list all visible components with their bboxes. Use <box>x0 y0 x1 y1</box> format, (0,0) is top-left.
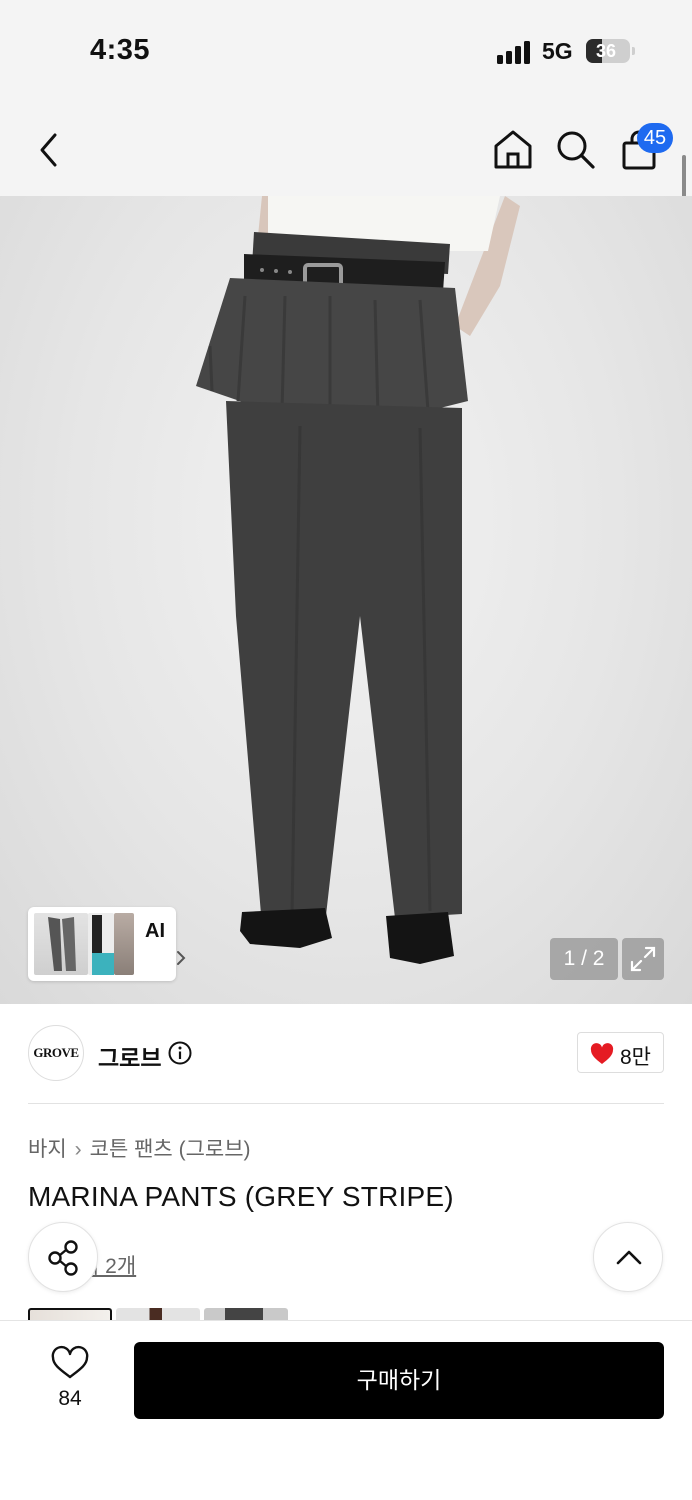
expand-image-button[interactable] <box>622 938 664 980</box>
brand-logo[interactable]: GROVE <box>28 1025 84 1081</box>
chevron-up-icon <box>616 1250 642 1265</box>
ai-thumb-2 <box>88 913 114 975</box>
scroll-top-button[interactable] <box>593 1222 663 1292</box>
cart-count-badge: 45 <box>637 123 673 153</box>
color-swatch-1[interactable] <box>28 1308 112 1320</box>
divider <box>28 1103 664 1104</box>
search-icon[interactable] <box>555 129 597 171</box>
breadcrumb-item-subcategory[interactable]: 코튼 팬츠 (그로브) <box>90 1138 251 1161</box>
ai-label: AI <box>145 920 165 942</box>
brand-like-button[interactable]: 8만 <box>577 1032 664 1073</box>
product-title: MARINA PANTS (GREY STRIPE) <box>28 1181 454 1212</box>
wishlist-count: 84 <box>58 1387 82 1410</box>
chevron-left-icon[interactable] <box>34 132 66 168</box>
brand-name[interactable]: 그로브 <box>98 1039 161 1073</box>
buy-button[interactable]: 구매하기 <box>134 1342 664 1419</box>
image-page-indicator: 1 / 2 <box>550 938 618 980</box>
ai-thumb-1 <box>34 913 88 975</box>
ai-thumb-3 <box>114 913 134 975</box>
status-time: 4:35 <box>90 34 151 66</box>
brand-logo-text: GROVE <box>33 1045 79 1060</box>
brand-like-count: 8만 <box>620 1046 651 1069</box>
chevron-right-icon <box>177 951 186 965</box>
network-type: 5G <box>542 38 573 64</box>
heart-filled-icon <box>590 1043 614 1064</box>
color-swatch-3[interactable] <box>204 1308 288 1320</box>
battery-percent: 36 <box>595 41 617 61</box>
home-icon[interactable] <box>492 128 534 170</box>
expand-icon <box>630 946 656 972</box>
color-swatch-2[interactable] <box>116 1308 200 1320</box>
product-photo-illustration <box>196 196 520 964</box>
breadcrumb-item-category[interactable]: 바지 <box>28 1138 67 1161</box>
share-button[interactable] <box>28 1222 98 1292</box>
breadcrumb: 바지 › 코튼 팬츠 (그로브) <box>28 1133 251 1163</box>
status-bar: 4:35 5G 36 <box>0 0 692 100</box>
breadcrumb-separator-icon: › <box>74 1138 82 1161</box>
signal-icon <box>497 40 533 64</box>
heart-outline-icon <box>51 1345 89 1379</box>
battery-icon: 36 <box>586 39 630 63</box>
share-icon <box>48 1240 78 1276</box>
info-icon[interactable] <box>168 1041 192 1065</box>
battery-tip <box>632 47 635 55</box>
product-image[interactable] <box>0 196 692 1004</box>
ai-recommend-chip[interactable]: AI <box>28 907 186 981</box>
